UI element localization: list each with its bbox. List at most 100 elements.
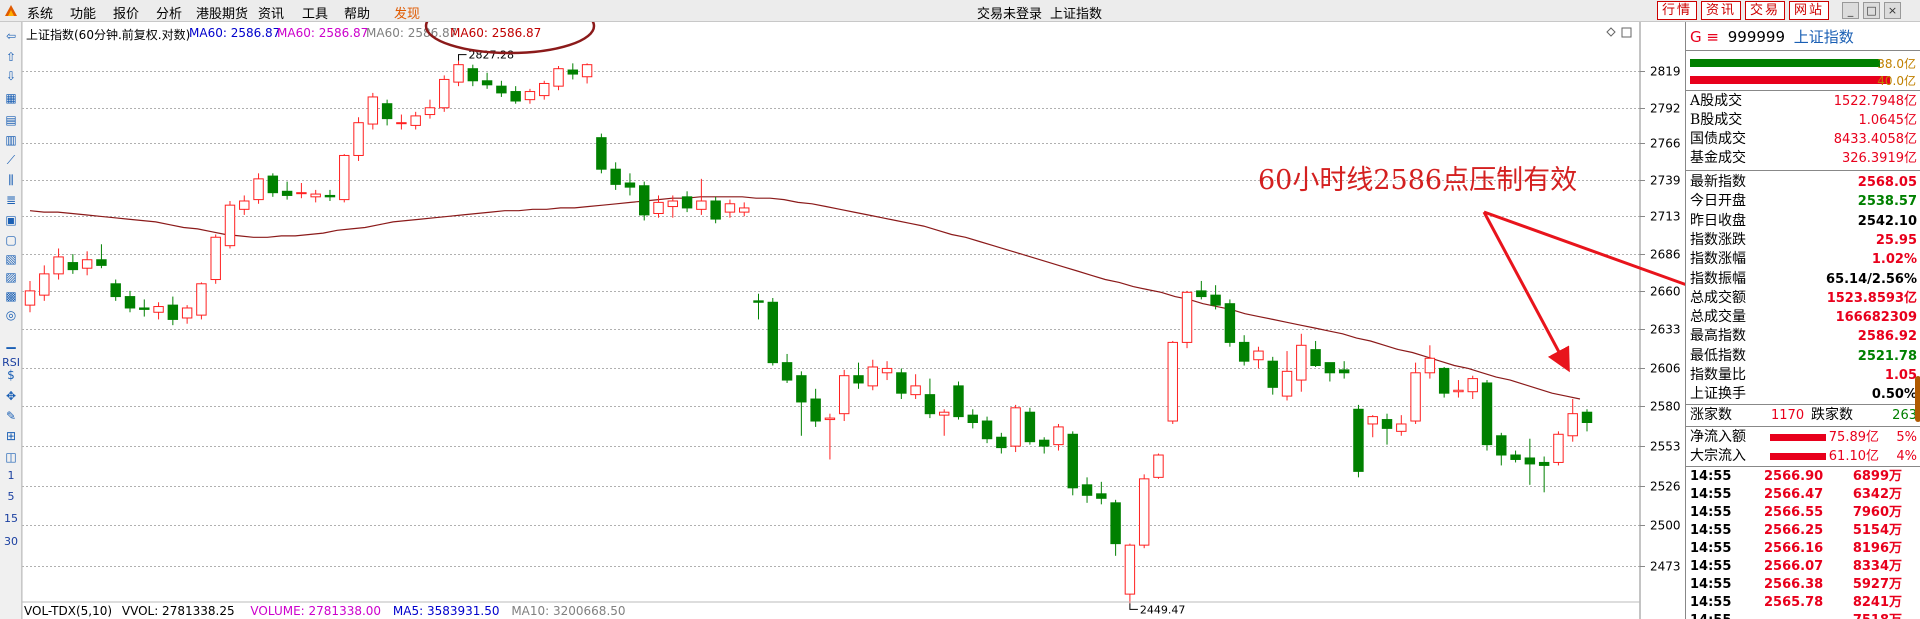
candle[interactable] <box>1467 375 1478 400</box>
candle[interactable] <box>1396 415 1407 436</box>
candle[interactable] <box>1138 474 1150 549</box>
candle[interactable] <box>39 265 50 301</box>
candle[interactable] <box>1310 340 1321 367</box>
candle[interactable] <box>539 80 550 100</box>
candle[interactable] <box>453 60 464 87</box>
menu-function[interactable]: 功能 <box>70 3 96 22</box>
candle[interactable] <box>724 199 736 218</box>
chart-maximize-icon[interactable] <box>1621 27 1632 38</box>
candle[interactable] <box>1067 431 1078 496</box>
f10-icon[interactable]: ▣ <box>3 212 19 228</box>
candle[interactable] <box>1510 450 1521 463</box>
move-icon[interactable]: ✥ <box>3 388 19 404</box>
candle[interactable] <box>524 88 536 104</box>
candle[interactable] <box>853 362 864 389</box>
candle[interactable] <box>1296 333 1307 392</box>
trend-icon[interactable]: ⟋ <box>3 152 19 168</box>
candle[interactable] <box>196 282 207 320</box>
candle[interactable] <box>1224 299 1236 347</box>
website-button[interactable]: 网站 <box>1789 1 1829 20</box>
candle[interactable] <box>296 182 307 199</box>
f8-icon[interactable]: ▧ <box>3 251 19 267</box>
candle[interactable] <box>981 416 993 444</box>
candle[interactable] <box>1167 340 1178 424</box>
candle[interactable] <box>1238 335 1250 366</box>
grid-icon[interactable]: ▤ <box>3 112 19 128</box>
candle[interactable] <box>1438 366 1450 398</box>
toolbar-period-1[interactable]: 1 <box>0 469 22 482</box>
candle[interactable] <box>481 72 493 89</box>
minimize-button[interactable]: _ <box>1842 2 1859 19</box>
trade-button[interactable]: 交易 <box>1745 1 1785 20</box>
candle[interactable] <box>1024 407 1036 445</box>
toolbar-period-5[interactable]: 5 <box>0 490 22 503</box>
menu-discover[interactable]: 发现 <box>394 3 420 22</box>
candle[interactable] <box>838 369 850 422</box>
menu-system[interactable]: 系统 <box>27 3 53 22</box>
back-arrow-icon[interactable]: ⇦ <box>3 28 19 44</box>
candle[interactable] <box>967 409 978 429</box>
candle[interactable] <box>581 63 593 84</box>
candle[interactable] <box>596 133 607 174</box>
candle[interactable] <box>253 173 264 204</box>
candle[interactable] <box>924 378 936 419</box>
candle[interactable] <box>1110 499 1121 556</box>
kline-chart[interactable]: 2819 2792 2766 2739 2713 2686 2660 2633 2606 2580… <box>22 22 1685 619</box>
candle[interactable] <box>1524 438 1536 485</box>
pen-icon[interactable]: ✎ <box>3 408 19 424</box>
candle[interactable] <box>396 114 407 130</box>
candle[interactable] <box>1581 409 1593 432</box>
candle[interactable] <box>1381 413 1393 445</box>
candle[interactable] <box>910 374 921 400</box>
candle[interactable] <box>1181 290 1193 349</box>
candle[interactable] <box>610 162 621 190</box>
candle[interactable] <box>1038 437 1050 454</box>
candle[interactable] <box>267 173 279 197</box>
candle[interactable] <box>210 234 221 284</box>
candle[interactable] <box>1124 543 1136 604</box>
candle[interactable] <box>710 196 721 224</box>
candle[interactable] <box>938 409 950 436</box>
candle[interactable] <box>896 368 907 400</box>
candle[interactable] <box>224 200 236 249</box>
candle[interactable] <box>767 297 779 366</box>
login-status[interactable]: 交易未登录 <box>977 3 1042 22</box>
candle[interactable] <box>681 191 693 213</box>
candle[interactable] <box>1424 345 1436 379</box>
stock-icon[interactable]: ▦ <box>3 90 19 106</box>
panel-scroll-handle[interactable] <box>1915 376 1920 422</box>
list-icon[interactable]: ≣ <box>3 192 19 208</box>
chart-option-icon[interactable] <box>1606 27 1616 37</box>
f6-icon[interactable]: ▩ <box>3 288 19 304</box>
candle[interactable] <box>339 154 350 203</box>
candle[interactable] <box>739 202 750 217</box>
up-arrow-icon[interactable]: ⇧ <box>3 49 19 65</box>
candle[interactable] <box>1253 346 1264 369</box>
candle[interactable] <box>181 305 193 324</box>
s-icon[interactable]: $ <box>3 367 19 383</box>
mon-icon[interactable]: ◫ <box>3 449 19 465</box>
candle[interactable] <box>1353 404 1364 478</box>
menu-tools[interactable]: 工具 <box>302 3 328 22</box>
sys-icon[interactable]: ⊞ <box>3 428 19 444</box>
candle[interactable] <box>1010 404 1021 453</box>
f7-icon[interactable]: ▨ <box>3 269 19 285</box>
candle[interactable] <box>167 296 179 326</box>
candle[interactable] <box>781 353 793 383</box>
candle[interactable] <box>139 299 150 317</box>
candle[interactable] <box>510 86 521 104</box>
candle[interactable] <box>1267 356 1278 395</box>
candle[interactable] <box>153 302 164 320</box>
close-button[interactable]: × <box>1884 2 1901 19</box>
candle[interactable] <box>410 111 421 130</box>
candle[interactable] <box>124 290 136 313</box>
candle[interactable] <box>67 254 79 274</box>
menu-help[interactable]: 帮助 <box>344 3 370 22</box>
down-arrow-icon[interactable]: ⇩ <box>3 68 19 84</box>
candle[interactable] <box>796 371 807 436</box>
candle[interactable] <box>867 359 878 391</box>
kline-icon[interactable]: ⫼ <box>3 172 19 188</box>
candle[interactable] <box>110 279 121 301</box>
info-button[interactable]: 资讯 <box>1701 1 1741 20</box>
candle[interactable] <box>1081 477 1093 503</box>
